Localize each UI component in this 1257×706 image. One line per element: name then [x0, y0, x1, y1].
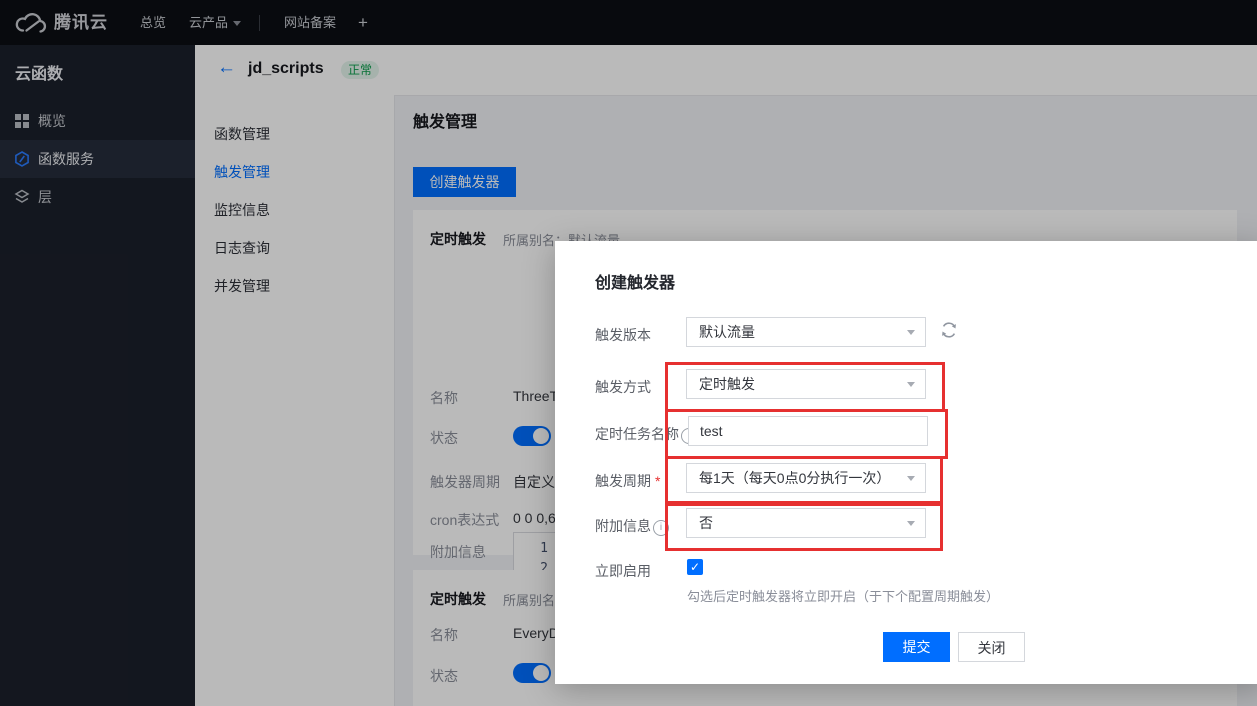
version-select[interactable]: 默认流量 [686, 317, 926, 347]
submit-button[interactable]: 提交 [883, 632, 950, 662]
additional-info-label: 附加信息i [595, 516, 669, 536]
tencent-cloud-console: 腾讯云 总览 云产品 网站备案 + 云函数 概览 函数服务 层 [0, 0, 1257, 706]
chevron-down-icon [907, 521, 915, 526]
version-label: 触发版本 [595, 325, 651, 345]
enable-now-label: 立即启用 [595, 561, 651, 581]
chevron-down-icon [907, 476, 915, 481]
enable-hint: 勾选后定时触发器将立即开启（于下个配置周期触发） [687, 586, 999, 605]
close-button[interactable]: 关闭 [958, 632, 1025, 662]
chevron-down-icon [907, 330, 915, 335]
create-trigger-modal: 创建触发器 触发版本 默认流量 触发方式 定时触发 定时任务名称 i * [555, 241, 1257, 684]
modal-title: 创建触发器 [595, 269, 675, 293]
refresh-icon[interactable] [939, 320, 959, 345]
task-name-label-text: 定时任务名称 [595, 426, 679, 442]
task-name-input[interactable] [688, 416, 928, 446]
trigger-type-value: 定时触发 [699, 374, 755, 394]
trigger-period-label-text: 触发周期 [595, 473, 651, 489]
additional-info-value: 否 [699, 513, 713, 533]
required-asterisk: * [655, 473, 660, 489]
trigger-type-select[interactable]: 定时触发 [686, 369, 926, 399]
trigger-type-label: 触发方式 [595, 377, 651, 397]
trigger-period-select[interactable]: 每1天（每天0点0分执行一次） [686, 463, 926, 493]
trigger-period-label: 触发周期* [595, 471, 660, 491]
additional-info-select[interactable]: 否 [686, 508, 926, 538]
enable-now-checkbox[interactable]: ✓ [687, 559, 703, 575]
info-icon[interactable]: i [653, 520, 669, 536]
version-value: 默认流量 [699, 322, 755, 342]
additional-info-label-text: 附加信息 [595, 518, 651, 534]
trigger-period-value: 每1天（每天0点0分执行一次） [699, 468, 890, 488]
chevron-down-icon [907, 382, 915, 387]
